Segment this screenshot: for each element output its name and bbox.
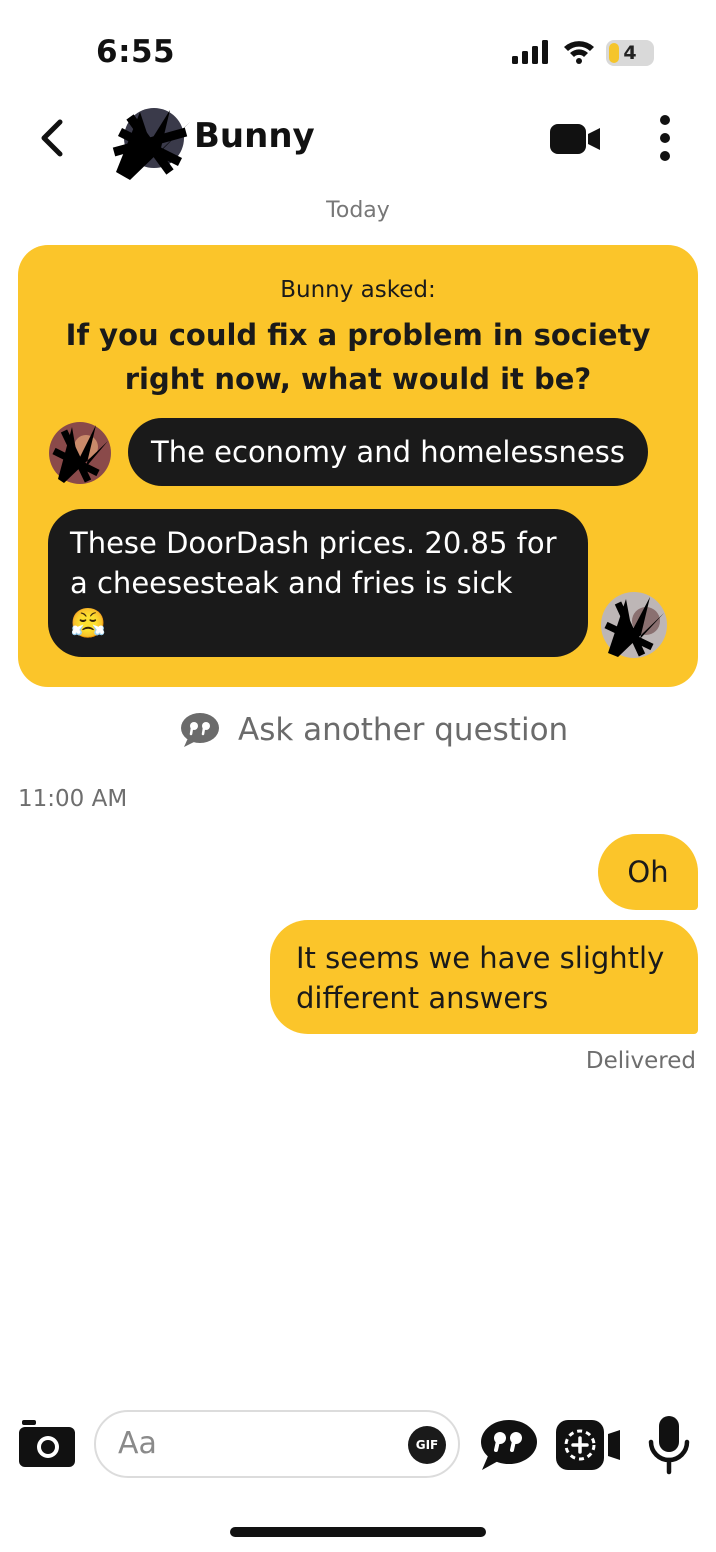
date-label: Today bbox=[326, 198, 390, 223]
avatar[interactable] bbox=[110, 102, 196, 182]
camera-icon[interactable] bbox=[18, 1418, 76, 1468]
microphone-icon[interactable] bbox=[646, 1414, 692, 1476]
delivery-status: Delivered bbox=[585, 1048, 696, 1074]
angry-face-emoji: 😤 bbox=[70, 606, 107, 640]
signal-icon bbox=[512, 40, 548, 64]
home-indicator bbox=[230, 1527, 486, 1537]
question-card: Bunny asked: If you could fix a problem … bbox=[18, 245, 698, 687]
question-bubble-icon bbox=[181, 713, 219, 747]
message-input[interactable]: Aa GIF bbox=[94, 1410, 460, 1478]
sent-message-text: Oh bbox=[627, 855, 669, 889]
video-call-icon[interactable] bbox=[548, 118, 602, 158]
contact-name[interactable]: Bunny bbox=[194, 116, 315, 156]
sent-message-bubble[interactable]: Oh bbox=[598, 834, 698, 910]
their-answer-text: The economy and homelessness bbox=[151, 435, 625, 469]
status-time: 6:55 bbox=[96, 34, 176, 70]
battery-level-text: 4 bbox=[623, 42, 637, 64]
more-vertical-icon[interactable] bbox=[652, 114, 678, 162]
answer-avatar bbox=[601, 592, 667, 658]
wifi-icon bbox=[564, 41, 594, 64]
video-note-icon[interactable] bbox=[554, 1418, 622, 1472]
battery-icon: 4 bbox=[606, 40, 654, 66]
back-icon[interactable] bbox=[34, 116, 74, 160]
question-game-icon[interactable] bbox=[478, 1418, 538, 1472]
sent-message-text: It seems we have slightly different answ… bbox=[296, 941, 665, 1015]
question-asker: Bunny asked: bbox=[280, 277, 436, 303]
gif-button[interactable]: GIF bbox=[408, 1426, 446, 1464]
sent-message-bubble[interactable]: It seems we have slightly different answ… bbox=[270, 920, 698, 1034]
their-answer-bubble: The economy and homelessness bbox=[128, 418, 648, 486]
my-answer-text: These DoorDash prices. 20.85 for a chees… bbox=[70, 526, 557, 600]
message-input-placeholder: Aa bbox=[118, 1426, 157, 1461]
message-timestamp: 11:00 AM bbox=[18, 786, 128, 812]
my-answer-bubble: These DoorDash prices. 20.85 for a chees… bbox=[48, 509, 588, 657]
question-text: If you could fix a problem in society ri… bbox=[65, 318, 651, 396]
ask-another-question-label: Ask another question bbox=[238, 712, 569, 748]
answer-avatar bbox=[49, 422, 111, 484]
